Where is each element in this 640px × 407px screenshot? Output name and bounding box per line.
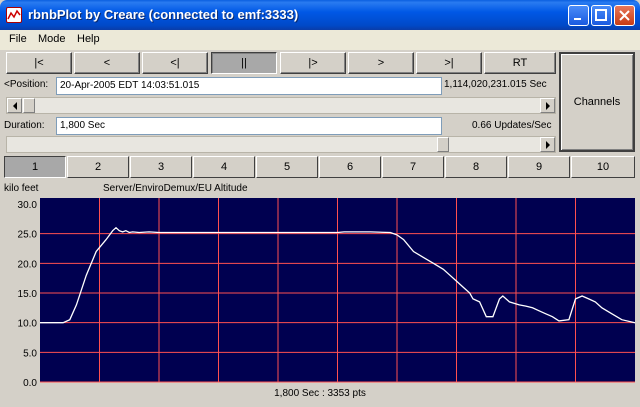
y-axis-ticks: 30.0 25.0 20.0 15.0 10.0 5.0 0.0	[18, 200, 38, 386]
tab-3[interactable]: 3	[130, 156, 192, 178]
plot-units: kilo feet	[4, 183, 39, 194]
y-tick-label: 15.0	[18, 289, 38, 300]
position-label: <Position:	[4, 79, 49, 90]
minimize-icon	[574, 18, 581, 20]
close-button[interactable]	[614, 5, 635, 26]
last-button[interactable]: >|	[416, 52, 482, 74]
step-back-button[interactable]: <	[74, 52, 140, 74]
duration-field[interactable]: 1,800 Sec	[56, 117, 442, 135]
scroll-left-button[interactable]	[7, 98, 22, 113]
menu-mode[interactable]: Mode	[38, 33, 66, 45]
app-icon[interactable]	[6, 7, 22, 23]
scroll-right-button[interactable]	[540, 98, 555, 113]
main-panel: |< < <| || |> > >| RT <Position: 20-Apr-…	[3, 50, 637, 404]
first-button[interactable]: |<	[6, 52, 72, 74]
tab-2[interactable]: 2	[67, 156, 129, 178]
maximize-icon	[595, 9, 607, 21]
arrow-left-icon	[13, 102, 17, 110]
minimize-button[interactable]	[568, 5, 589, 26]
window-title: rbnbPlot by Creare (connected to emf:333…	[28, 7, 299, 22]
y-tick-label: 20.0	[18, 259, 38, 270]
update-rate: 0.66 Updates/Sec	[472, 120, 552, 131]
tab-9[interactable]: 9	[508, 156, 570, 178]
position-seconds: 1,114,020,231.015 Sec	[444, 79, 547, 90]
duration-scroll-thumb[interactable]	[437, 137, 449, 152]
play-back-button[interactable]: <|	[142, 52, 208, 74]
close-icon	[619, 10, 630, 21]
arrow-right-icon	[546, 141, 550, 149]
duration-scrollbar[interactable]	[6, 136, 556, 153]
plot-status: 1,800 Sec : 3353 pts	[274, 388, 366, 399]
arrow-right-icon	[546, 102, 550, 110]
realtime-button[interactable]: RT	[484, 52, 556, 74]
tab-4[interactable]: 4	[193, 156, 255, 178]
pause-button[interactable]: ||	[211, 52, 277, 74]
channels-button[interactable]: Channels	[559, 52, 635, 152]
tab-7[interactable]: 7	[382, 156, 444, 178]
title-bar: rbnbPlot by Creare (connected to emf:333…	[0, 0, 640, 30]
y-tick-label: 5.0	[23, 348, 37, 359]
position-scroll-thumb[interactable]	[23, 98, 35, 113]
tab-10[interactable]: 10	[571, 156, 635, 178]
y-tick-label: 0.0	[23, 378, 37, 386]
y-tick-label: 25.0	[18, 230, 38, 241]
y-tick-label: 10.0	[18, 319, 38, 330]
play-button[interactable]: |>	[280, 52, 346, 74]
step-forward-button[interactable]: >	[348, 52, 414, 74]
altitude-plot[interactable]: kilo feet Server/EnviroDemux/EU Altitude…	[3, 180, 637, 386]
menu-help[interactable]: Help	[77, 33, 100, 45]
tab-8[interactable]: 8	[445, 156, 507, 178]
duration-label: Duration:	[4, 120, 45, 131]
y-tick-label: 30.0	[18, 200, 38, 211]
plot-channel-name: Server/EnviroDemux/EU Altitude	[103, 183, 248, 194]
maximize-button[interactable]	[591, 5, 612, 26]
menu-file[interactable]: File	[9, 33, 27, 45]
position-scrollbar[interactable]	[6, 97, 556, 114]
menu-bar: File Mode Help	[0, 30, 640, 50]
tab-5[interactable]: 5	[256, 156, 318, 178]
position-field[interactable]: 20-Apr-2005 EDT 14:03:51.015	[56, 77, 442, 95]
duration-scroll-right-button[interactable]	[540, 137, 555, 152]
tab-1[interactable]: 1	[4, 156, 66, 178]
tab-6[interactable]: 6	[319, 156, 381, 178]
